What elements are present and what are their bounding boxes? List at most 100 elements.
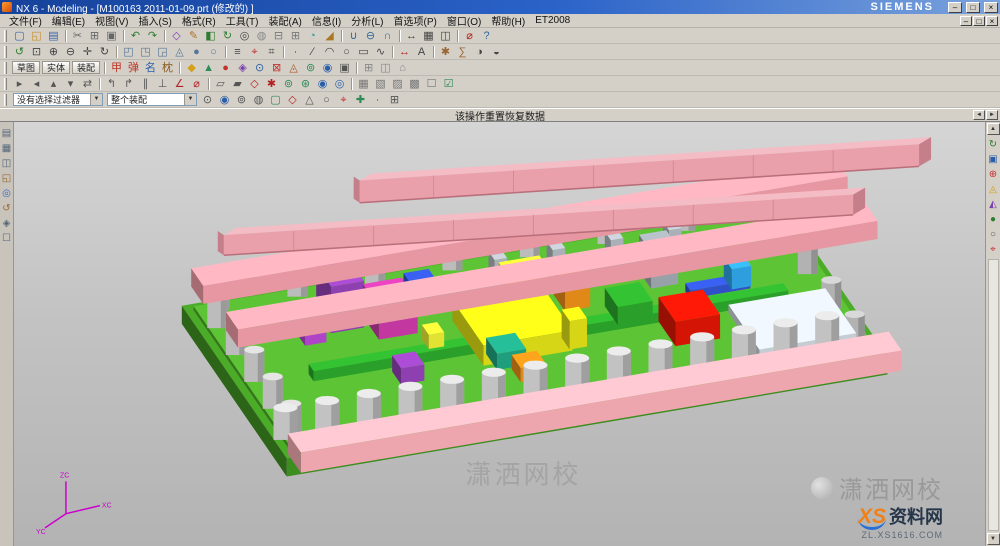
route-down-icon[interactable]: ↱ <box>120 77 137 91</box>
point-icon[interactable]: ∙ <box>287 45 304 59</box>
perpendicular-icon[interactable]: ⊥ <box>154 77 171 91</box>
materials-tab[interactable]: ◈ <box>0 217 13 230</box>
stripper-icon[interactable]: ⊚ <box>302 61 319 75</box>
snap-quadrant-icon[interactable]: ◍ <box>250 93 267 107</box>
scroll-up-icon[interactable]: ▲ <box>987 123 1000 135</box>
menu-item-et2008[interactable]: ET2008 <box>530 15 575 26</box>
snap-midpoint-icon[interactable]: ◉ <box>216 93 233 107</box>
toolbar-grip[interactable] <box>4 30 7 42</box>
selection-filter-dropdown[interactable]: 没有选择过滤器 ▼ <box>13 93 103 106</box>
subtract-icon[interactable]: ⊖ <box>362 29 379 43</box>
snap-face-icon[interactable]: ▢ <box>267 93 284 107</box>
line-icon[interactable]: ∕ <box>304 45 321 59</box>
menu-item-format[interactable]: 格式(R) <box>177 13 221 28</box>
concentric-constraint-icon[interactable]: ⊛ <box>297 77 314 91</box>
pdw-die-base-icon[interactable]: 名 <box>142 61 159 75</box>
object-display-icon[interactable]: ◑ <box>471 45 488 59</box>
snap-point-target-icon[interactable]: ⌖ <box>335 93 352 107</box>
zoom-out-icon[interactable]: ⊖ <box>62 45 79 59</box>
intersect-icon[interactable]: ∩ <box>379 29 396 43</box>
parallel-icon[interactable]: ∥ <box>137 77 154 91</box>
graphics-window[interactable]: XC YC ZC 潇洒网校 潇洒网校 XS 资料网 ZL.XS1616.COM <box>14 122 985 546</box>
wcs-display-icon[interactable]: ⌖ <box>246 45 263 59</box>
menu-item-insert[interactable]: 插入(S) <box>133 13 176 28</box>
top-view-icon[interactable]: ◳ <box>137 45 154 59</box>
pad-icon[interactable]: ⊞ <box>287 29 304 43</box>
relief-design-icon[interactable]: ◫ <box>377 61 394 75</box>
pdw-insert-design-icon[interactable]: 枕 <box>159 61 176 75</box>
datum-plane-icon[interactable]: ◇ <box>168 29 185 43</box>
solid-mode-button[interactable]: 实体 <box>42 61 70 74</box>
sketch-icon[interactable]: ✎ <box>185 29 202 43</box>
pan-icon[interactable]: ✛ <box>79 45 96 59</box>
trim-punch-icon[interactable]: ⊠ <box>268 61 285 75</box>
constraint-navigator-tab[interactable]: ◫ <box>0 157 13 170</box>
cut-icon[interactable]: ✂ <box>69 29 86 43</box>
layer-settings-icon[interactable]: ≡ <box>229 45 246 59</box>
help-icon[interactable]: ? <box>478 29 495 43</box>
pattern-fill-icon[interactable]: ▩ <box>406 77 423 91</box>
isometric-view-icon[interactable]: ◬ <box>171 45 188 59</box>
scroll-down-icon[interactable]: ▼ <box>987 533 1000 545</box>
pocket-design-icon[interactable]: ▣ <box>336 61 353 75</box>
edge-blend-icon[interactable]: ◔ <box>304 29 321 43</box>
spline-icon[interactable]: ∿ <box>372 45 389 59</box>
spare-part-icon[interactable]: ⊞ <box>360 61 377 75</box>
snap-vertex-icon[interactable]: ◇ <box>284 93 301 107</box>
orient-view-icon[interactable]: ◬ <box>987 183 1000 196</box>
chamfer-icon[interactable]: ◢ <box>321 29 338 43</box>
mirror-feature-icon[interactable]: ◫ <box>437 29 454 43</box>
bending-insert-icon[interactable]: ● <box>217 61 234 75</box>
snap-tangent-icon[interactable]: △ <box>301 93 318 107</box>
save-icon[interactable]: ▤ <box>45 29 62 43</box>
snap-dot-icon[interactable]: ∙ <box>369 93 386 107</box>
side-view-icon[interactable]: ◲ <box>154 45 171 59</box>
wireframe-view-icon[interactable]: ○ <box>987 228 1000 241</box>
intersection-point-icon[interactable]: ✱ <box>263 77 280 91</box>
blank-layout-icon[interactable]: ◆ <box>183 61 200 75</box>
web-browser-tab[interactable]: ◎ <box>0 187 13 200</box>
shaded-view-icon[interactable]: ● <box>987 213 1000 226</box>
assembly-mode-button[interactable]: 装配 <box>72 61 100 74</box>
face-solid-icon[interactable]: ▰ <box>229 77 246 91</box>
arrow-down-icon[interactable]: ▾ <box>62 77 79 91</box>
pdw-force-calc-icon[interactable]: 弹 <box>125 61 142 75</box>
scroll-left-icon[interactable]: ◄ <box>973 110 985 120</box>
show-hide-icon[interactable]: ◒ <box>488 45 505 59</box>
copy-icon[interactable]: ⊞ <box>86 29 103 43</box>
pattern-diag-icon[interactable]: ▧ <box>372 77 389 91</box>
fit-view-icon[interactable]: ⊡ <box>28 45 45 59</box>
zoom-in-icon[interactable]: ⊕ <box>45 45 62 59</box>
snap-circle-icon[interactable]: ○ <box>318 93 335 107</box>
pdw-strip-layout-icon[interactable]: 甲 <box>108 61 125 75</box>
wireframe-icon[interactable]: ○ <box>205 45 222 59</box>
new-icon[interactable]: ▢ <box>11 29 28 43</box>
pattern-grid-icon[interactable]: ▦ <box>355 77 372 91</box>
toolbar-grip[interactable] <box>4 94 7 106</box>
toggle-off-icon[interactable]: ☐ <box>423 77 440 91</box>
arrow-left-icon[interactable]: ◂ <box>28 77 45 91</box>
minimize-button[interactable]: – <box>948 2 962 13</box>
point-on-curve-icon[interactable]: ◇ <box>246 77 263 91</box>
refresh-view-icon[interactable]: ↻ <box>987 138 1000 151</box>
face-icon[interactable]: ▱ <box>212 77 229 91</box>
menu-item-tools[interactable]: 工具(T) <box>221 13 264 28</box>
expression-icon[interactable]: ∑ <box>454 45 471 59</box>
swap-icon[interactable]: ⇄ <box>79 77 96 91</box>
toolbar-grip[interactable] <box>4 62 7 74</box>
route-up-icon[interactable]: ↰ <box>103 77 120 91</box>
close-button[interactable]: × <box>984 2 998 13</box>
revolve-icon[interactable]: ↻ <box>219 29 236 43</box>
refresh-icon[interactable]: ↺ <box>11 45 28 59</box>
hole-icon[interactable]: ◎ <box>236 29 253 43</box>
burring-insert-icon[interactable]: ⊙ <box>251 61 268 75</box>
extrude-icon[interactable]: ◧ <box>202 29 219 43</box>
snap-plus-icon[interactable]: ✚ <box>352 93 369 107</box>
front-view-icon[interactable]: ◰ <box>120 45 137 59</box>
vertical-scrollbar-track[interactable] <box>988 259 999 531</box>
arrow-up-icon[interactable]: ▴ <box>45 77 62 91</box>
mdi-minimize-button[interactable]: – <box>960 16 972 26</box>
angle-icon[interactable]: ∠ <box>171 77 188 91</box>
rotate-icon[interactable]: ↻ <box>96 45 113 59</box>
reuse-library-tab[interactable]: ◱ <box>0 172 13 185</box>
